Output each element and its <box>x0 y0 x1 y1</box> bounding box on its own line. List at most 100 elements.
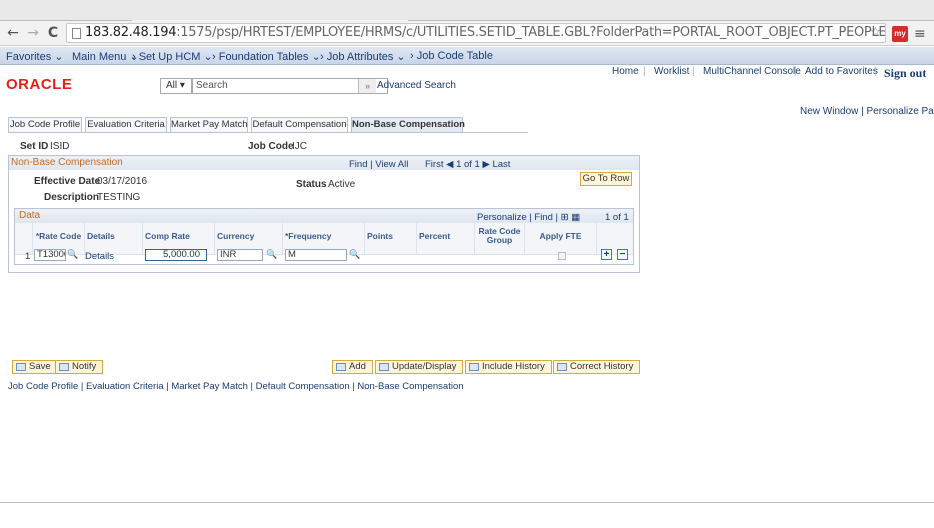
col-rate-code-group: Rate Code Group <box>475 223 525 254</box>
rate-code-input[interactable]: T13000 <box>34 249 66 261</box>
page-links: New Window | Personalize Page <box>800 106 934 117</box>
oracle-logo: ORACLE <box>6 76 73 93</box>
correct-history-button[interactable]: Correct History <box>553 360 641 374</box>
new-window-link[interactable]: New Window <box>800 106 858 117</box>
add-button[interactable]: Add <box>332 360 373 374</box>
update-display-label: Update/Display <box>392 361 457 372</box>
next-arrow-icon[interactable]: ▶ <box>482 159 489 170</box>
row-nav: First ◀ 1 of 1 ▶ Last <box>425 159 510 170</box>
extension-icon[interactable]: my <box>892 26 908 42</box>
personalize-page-link[interactable]: Personalize Page <box>867 106 934 117</box>
url-path: :1575/psp/HRTEST/EMPLOYEE/HRMS/c/UTILITI… <box>176 25 886 40</box>
advanced-search-link[interactable]: Advanced Search <box>377 80 456 91</box>
update-display-button[interactable]: Update/Display <box>375 360 464 374</box>
download-icon[interactable]: ▦ <box>571 212 580 223</box>
browser-navbar: ← → C 183.82.48.194:1575/psp/HRTEST/EMPL… <box>0 20 934 46</box>
breadcrumb-setup-hcm[interactable]: › Set Up HCM ⌄ <box>132 50 213 63</box>
setid-value: ISID <box>50 141 70 152</box>
grid-count: 1 of 1 <box>605 212 629 223</box>
add-label: Add <box>349 361 366 372</box>
tab-market-pay-match[interactable]: Market Pay Match <box>170 117 248 132</box>
reload-icon[interactable]: C <box>44 24 62 42</box>
update-display-icon <box>379 363 389 371</box>
status-value: Active <box>328 179 356 190</box>
search-scope-value: All <box>166 80 178 91</box>
col-percent: Percent <box>417 223 475 254</box>
add-favorites-link[interactable]: Add to Favorites <box>805 66 878 77</box>
worklist-link[interactable]: Worklist <box>654 66 689 77</box>
include-history-button[interactable]: Include History <box>465 360 552 374</box>
row-count: 1 of 1 <box>456 159 480 170</box>
breadcrumb-foundation-tables[interactable]: › Foundation Tables ⌄ <box>212 50 321 63</box>
separator: | <box>874 66 877 77</box>
delete-row-icon[interactable]: − <box>617 249 628 260</box>
jobcode-value: IJC <box>292 141 307 152</box>
grid-find-link[interactable]: Find <box>534 212 552 223</box>
row-number: 1 <box>25 251 31 262</box>
forward-icon[interactable]: → <box>24 24 42 42</box>
first-link[interactable]: First <box>425 159 443 170</box>
description-value: TESTING <box>97 192 141 203</box>
rate-code-lookup-icon[interactable]: 🔍 <box>67 250 78 260</box>
data-grid: Data Personalize | Find | ⊞ ▦ 1 of 1 *Ra… <box>14 208 634 265</box>
sign-out-link[interactable]: Sign out <box>884 66 926 81</box>
correct-history-label: Correct History <box>570 361 634 372</box>
search-button[interactable]: » <box>358 79 376 93</box>
view-all-icon[interactable]: ⊞ <box>561 212 569 223</box>
last-link[interactable]: Last <box>492 159 510 170</box>
include-history-label: Include History <box>482 361 545 372</box>
frequency-input[interactable]: M <box>285 249 347 261</box>
add-row-icon[interactable]: + <box>601 249 612 260</box>
find-link[interactable]: Find <box>349 159 367 170</box>
currency-lookup-icon[interactable]: 🔍 <box>266 250 277 260</box>
effective-date-value: 03/17/2016 <box>97 176 148 187</box>
notify-button[interactable]: Notify <box>55 360 104 374</box>
tab-default-compensation[interactable]: Default Compensation <box>251 117 348 132</box>
tab-evaluation-criteria[interactable]: Evaluation Criteria <box>85 117 167 132</box>
tab-non-base-compensation[interactable]: Non-Base Compensation <box>351 117 465 132</box>
first-arrow-icon[interactable]: ◀ <box>446 159 453 170</box>
bottom-divider <box>0 502 934 503</box>
back-icon[interactable]: ← <box>4 24 22 42</box>
separator: | <box>692 66 695 77</box>
grid-nav: Personalize | Find | ⊞ ▦ <box>477 212 581 223</box>
address-bar[interactable]: 183.82.48.194:1575/psp/HRTEST/EMPLOYEE/H… <box>66 23 886 43</box>
col-details: Details <box>85 223 143 254</box>
home-link[interactable]: Home <box>612 66 639 77</box>
correct-history-icon <box>557 363 567 371</box>
multichannel-link[interactable]: MultiChannel Console <box>703 66 801 77</box>
currency-input[interactable]: INR <box>217 249 263 261</box>
view-all-link[interactable]: View All <box>375 159 408 170</box>
tab-job-code-profile[interactable]: Job Code Profile <box>8 117 82 132</box>
description-label: Description <box>44 192 100 203</box>
section-nav: Find | View All <box>349 159 409 170</box>
chevron-down-icon: ▾ <box>179 80 185 91</box>
col-rownum <box>15 223 33 254</box>
details-link[interactable]: Details <box>85 251 114 262</box>
setid-label: Set ID <box>20 141 49 152</box>
save-button[interactable]: Save <box>12 360 58 374</box>
comp-rate-input[interactable]: 5,000.00 <box>145 249 207 261</box>
separator: | <box>643 66 646 77</box>
breadcrumb-job-attributes[interactable]: › Job Attributes ⌄ <box>320 50 406 63</box>
browser-menu-icon[interactable]: ≡ <box>914 26 926 42</box>
bookmark-star-icon[interactable]: ☆ <box>870 24 882 42</box>
apply-fte-checkbox[interactable] <box>558 252 566 260</box>
add-icon <box>336 363 346 371</box>
col-apply-fte: Apply FTE <box>525 223 597 254</box>
section-header: Non-Base Compensation <box>9 156 639 170</box>
frequency-lookup-icon[interactable]: 🔍 <box>349 250 360 260</box>
status-label: Status <box>296 179 327 190</box>
breadcrumb-job-code-table[interactable]: › Job Code Table <box>410 50 493 62</box>
separator: | <box>794 66 797 77</box>
main-menu[interactable]: Main Menu ⌄ <box>72 50 139 63</box>
notify-label: Notify <box>72 361 97 372</box>
go-to-row-button[interactable]: Go To Row <box>580 172 632 186</box>
save-icon <box>16 363 26 371</box>
personalize-link[interactable]: Personalize <box>477 212 527 223</box>
search-scope-select[interactable]: All ▾ <box>160 78 192 94</box>
favorites-menu[interactable]: Favorites ⌄ <box>6 50 64 63</box>
universal-nav: Home | Worklist | MultiChannel Console |… <box>0 66 934 80</box>
footer-page-links[interactable]: Job Code Profile | Evaluation Criteria |… <box>8 381 464 392</box>
include-history-icon <box>469 363 479 371</box>
